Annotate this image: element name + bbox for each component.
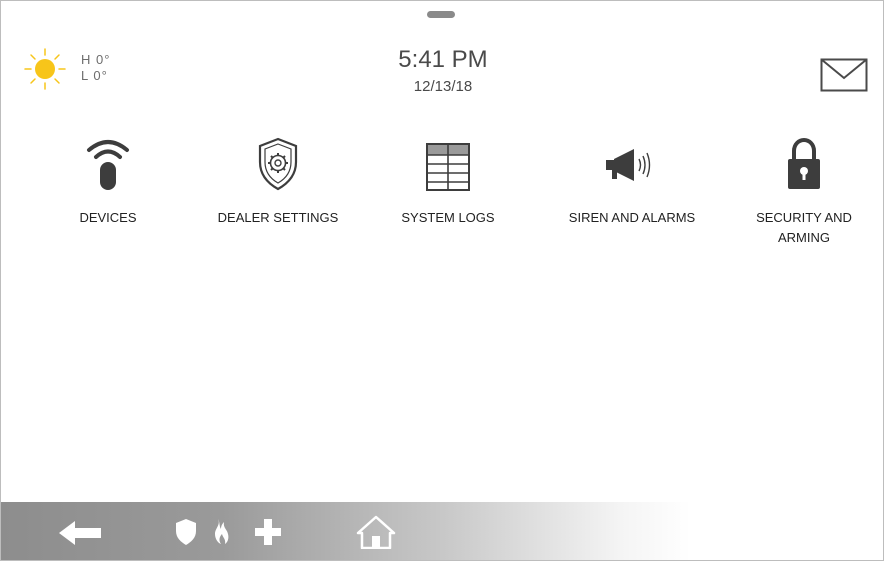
pull-down-handle[interactable] — [427, 11, 455, 18]
tile-label: SYSTEM LOGS — [401, 210, 495, 225]
tile-system-logs[interactable]: SYSTEM LOGS — [363, 136, 533, 256]
police-shield-icon[interactable] — [175, 518, 197, 546]
tile-dealer-settings[interactable]: DEALER SETTINGS — [193, 136, 363, 256]
megaphone-icon — [606, 149, 651, 181]
wireless-remote-icon — [87, 140, 129, 190]
fire-icon[interactable] — [209, 517, 231, 547]
medical-cross-icon[interactable] — [255, 519, 281, 545]
clock-time: 5:41 PM — [398, 46, 488, 73]
bottom-nav-bar — [1, 502, 883, 560]
tile-label: DEALER SETTINGS — [217, 210, 339, 225]
tile-siren-and-alarms[interactable]: SIREN AND ALARMS — [547, 136, 717, 256]
tile-security-and-arming[interactable]: SECURITY AND ARMING — [719, 136, 883, 256]
sun-icon — [24, 48, 66, 90]
high-temp: H 0° — [81, 52, 111, 67]
tile-label: DEVICES — [79, 210, 137, 225]
tile-label: SECURITY AND ARMING — [756, 210, 852, 245]
clock-date: 12/13/18 — [413, 78, 473, 95]
tile-devices[interactable]: DEVICES — [23, 136, 193, 256]
settings-tiles: DEVICES DEALER SETTINGS SYSTEM LOGS SIRE… — [1, 136, 883, 256]
mail-icon[interactable] — [820, 58, 868, 92]
clock: 5:41 PM 12/13/18 — [343, 45, 543, 97]
shield-gear-icon — [258, 137, 298, 191]
home-icon[interactable] — [356, 515, 396, 549]
low-temp: L 0° — [81, 68, 108, 83]
table-log-icon — [426, 143, 470, 191]
tile-label: SIREN AND ALARMS — [568, 210, 696, 225]
padlock-icon — [788, 137, 820, 189]
back-arrow-icon[interactable] — [59, 521, 101, 545]
panel-screen: H 0° L 0° 5:41 PM 12/13/18 DEVICES DEALE… — [0, 0, 884, 561]
